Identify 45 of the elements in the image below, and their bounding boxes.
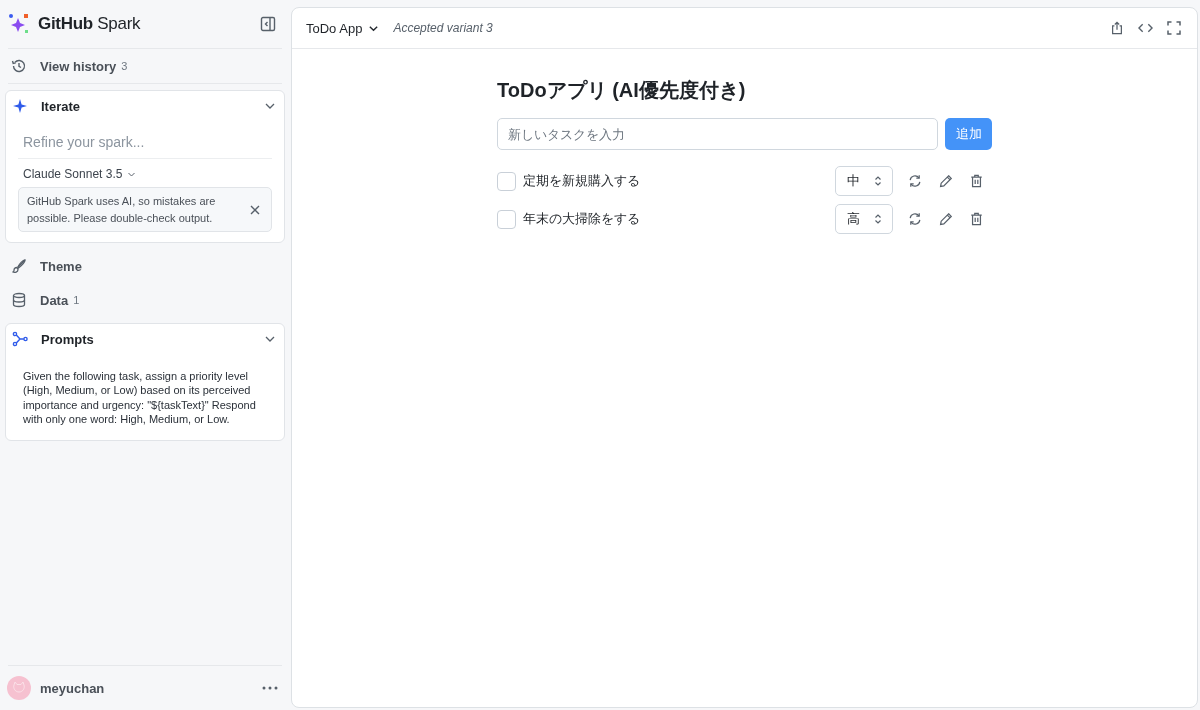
iterate-title: Iterate xyxy=(41,98,82,114)
updown-chevron-icon xyxy=(874,213,882,225)
trash-icon xyxy=(970,174,983,188)
pencil-icon xyxy=(938,174,953,188)
trash-icon xyxy=(970,212,983,226)
more-icon xyxy=(262,686,278,690)
view-history-item[interactable]: View history 3 xyxy=(0,49,290,83)
prompts-title: Prompts xyxy=(41,331,95,347)
todo-title: ToDoアプリ (AI優先度付き) xyxy=(497,78,747,103)
sparkle-icon xyxy=(12,98,28,114)
prompt-text: Given the following task, assign a priority level (High, Medium, or Low) based on its perceived importance and urgency: "${taskText}" Respond with only one word: High, Medium, or Low. xyxy=(23,369,257,427)
priority-select[interactable]: 中 xyxy=(835,166,893,196)
app-name-dropdown[interactable]: ToDo App xyxy=(306,20,380,36)
share-icon xyxy=(1110,21,1124,35)
close-icon xyxy=(249,203,261,216)
task-text: 年末の大掃除をする xyxy=(523,210,641,228)
refresh-icon xyxy=(907,212,922,226)
pencil-icon xyxy=(938,212,953,226)
fullscreen-button[interactable] xyxy=(1165,19,1183,37)
user-name: meyuchan xyxy=(40,680,106,696)
code-icon xyxy=(1138,21,1153,35)
collapse-sidebar-button[interactable] xyxy=(258,14,278,34)
database-icon xyxy=(11,292,27,308)
refine-input[interactable]: Refine your spark... xyxy=(18,124,272,159)
brush-icon xyxy=(11,258,27,274)
more-button[interactable] xyxy=(260,684,280,692)
task-text: 定期を新規購入する xyxy=(523,172,641,190)
data-item[interactable]: Data 1 xyxy=(0,283,290,317)
app-brand: GitHub Spark xyxy=(38,14,142,34)
branch-icon xyxy=(12,331,28,347)
history-icon xyxy=(11,58,27,74)
task-checkbox[interactable] xyxy=(497,171,516,191)
updown-chevron-icon xyxy=(874,175,882,187)
sidebar-toggle-icon xyxy=(260,16,276,32)
theme-item[interactable]: Theme xyxy=(0,249,290,283)
variant-label: Accepted variant 3 xyxy=(393,21,494,35)
task-input[interactable]: 新しいタスクを入力 xyxy=(497,118,938,150)
task-checkbox[interactable] xyxy=(497,209,516,229)
priority-select[interactable]: 高 xyxy=(835,204,893,234)
model-dropdown[interactable]: Claude Sonnet 3.5 xyxy=(18,159,142,187)
refresh-icon xyxy=(907,174,922,188)
fullscreen-icon xyxy=(1167,21,1181,35)
ai-notice: GitHub Spark uses AI, so mistakes are possible. Please double-check output. xyxy=(27,194,217,226)
sparkle-logo-icon xyxy=(8,13,30,35)
avatar-icon xyxy=(7,676,31,700)
